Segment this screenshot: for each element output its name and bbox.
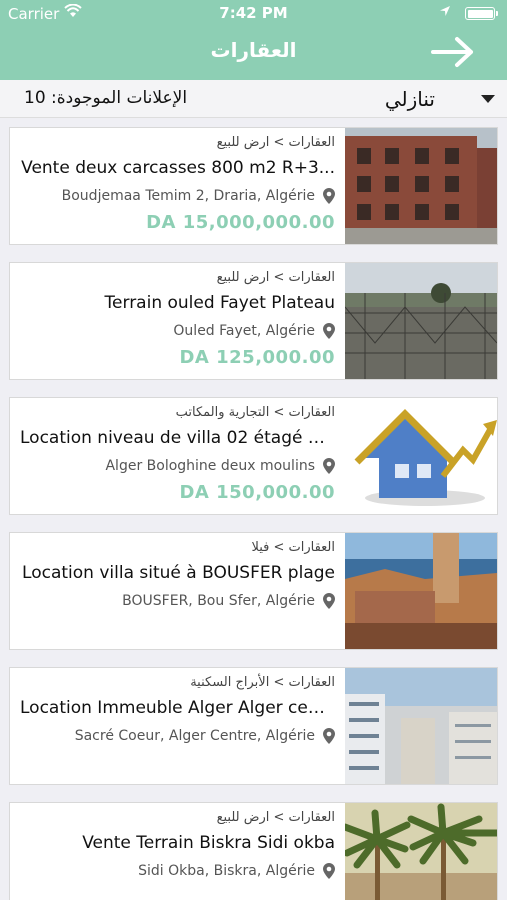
listing-category: العقارات > التجارية والمكاتب [175,405,335,420]
battery-icon [465,7,498,20]
arrow-right-icon[interactable] [429,34,477,70]
address-text: Ouled Fayet, Algérie [173,323,315,339]
listing-thumbnail [345,398,497,514]
location-pin-icon [323,188,335,204]
listing-price: DA 150,000.00 [179,482,335,503]
sort-dropdown[interactable]: تنازلي [385,84,495,114]
address-text: Sidi Okba, Biskra, Algérie [138,863,315,879]
location-pin-icon [323,728,335,744]
listing-price: DA 125,000.00 [179,347,335,368]
listing-card[interactable]: العقارات > ارض للبيع Terrain ouled Fayet… [9,262,498,380]
address-text: Boudjemaa Temim 2, Draria, Algérie [61,188,315,204]
listing-card[interactable]: العقارات > فيلا Location villa situé à B… [9,532,498,650]
listing-title: Terrain ouled Fayet Plateau [104,293,335,313]
listing-title: Location niveau de villa 02 étagé 25... [20,428,335,448]
listing-card[interactable]: العقارات > التجارية والمكاتب Location ni… [9,397,498,515]
listing-thumbnail [345,128,497,244]
listing-thumbnail [345,533,497,649]
listing-category: العقارات > ارض للبيع [216,270,335,285]
listing-address: Ouled Fayet, Algérie [173,323,335,339]
listing-card[interactable]: العقارات > ارض للبيع Vente Terrain Biskr… [9,802,498,900]
listing-category: العقارات > فيلا [251,540,335,555]
listing-card[interactable]: العقارات > الأبراج السكنية Location Imme… [9,667,498,785]
location-pin-icon [323,323,335,339]
listing-category: العقارات > ارض للبيع [216,135,335,150]
location-pin-icon [323,863,335,879]
listing-title: Vente deux carcasses 800 m2 R+3... [21,158,335,178]
location-pin-icon [323,458,335,474]
listing-thumbnail [345,803,497,900]
address-text: BOUSFER, Bou Sfer, Algérie [122,593,315,609]
sort-label: تنازلي [384,87,435,111]
status-bar: Carrier 7:42 PM [0,0,507,26]
listing-card[interactable]: العقارات > ارض للبيع Vente deux carcasse… [9,127,498,245]
address-text: Sacré Coeur, Alger Centre, Algérie [74,728,315,744]
listing-title: Location villa situé à BOUSFER plage [22,563,335,583]
address-text: Alger Bologhine deux moulins [105,458,315,474]
filter-bar: الإعلانات الموجودة: 10 تنازلي [0,80,507,118]
listing-title: Location Immeuble Alger Alger centre [20,698,335,718]
results-count: الإعلانات الموجودة: 10 [24,88,188,108]
nav-bar: Carrier 7:42 PM العقارات [0,0,507,80]
listing-category: العقارات > ارض للبيع [216,810,335,825]
listing-address: BOUSFER, Bou Sfer, Algérie [122,593,335,609]
listing-address: Sacré Coeur, Alger Centre, Algérie [75,728,335,744]
chevron-down-icon [481,95,495,103]
listing-thumbnail [345,668,497,784]
listing-address: Alger Bologhine deux moulins [105,458,335,474]
location-services-icon [440,6,450,16]
location-pin-icon [323,593,335,609]
listing-address: Sidi Okba, Biskra, Algérie [138,863,335,879]
listing-price: DA 15,000,000.00 [146,212,335,233]
listing-title: Vente Terrain Biskra Sidi okba [82,833,335,853]
listing-address: Boudjemaa Temim 2, Draria, Algérie [62,188,335,204]
listing-category: العقارات > الأبراج السكنية [190,675,335,690]
clock: 7:42 PM [219,4,288,22]
listing-thumbnail [345,263,497,379]
